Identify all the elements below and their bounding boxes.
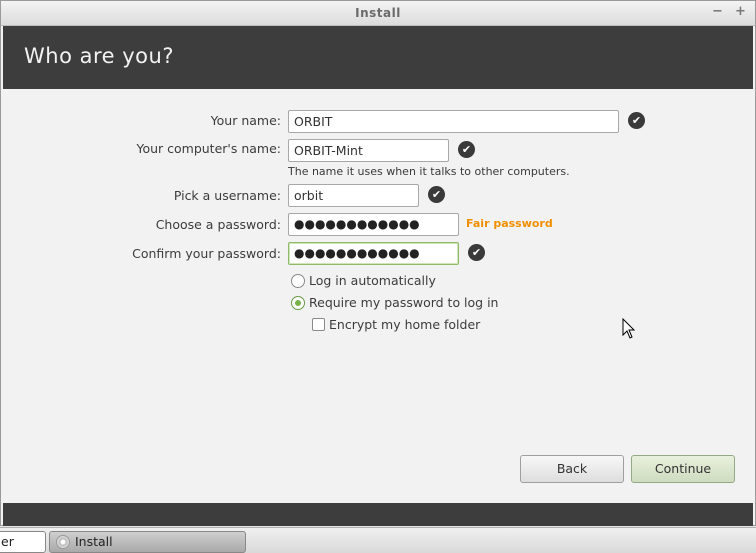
window-title: Install [355,6,401,20]
encrypt-home-label[interactable]: Encrypt my home folder [329,317,480,332]
username-valid-check-icon: ✔ [428,186,445,203]
installer-window: Install − + Who are you? Your name: ORBI… [0,0,756,526]
require-password-radio[interactable] [291,296,305,310]
page-title: Who are you? [24,44,174,68]
page-header: Who are you? [3,26,753,89]
mouse-cursor-icon [622,318,636,339]
title-bar[interactable]: Install − + [1,1,755,26]
confirm-password-field[interactable]: ●●●●●●●●●●●● [288,242,459,265]
maximize-button[interactable]: + [735,4,746,19]
taskbar-item-install[interactable]: Install [49,531,246,553]
username-label: Pick a username: [173,188,281,203]
name-valid-check-icon: ✔ [628,112,645,129]
footer-bar [3,503,753,526]
back-button[interactable]: Back [520,455,624,483]
name-field[interactable]: ORBIT [288,110,619,133]
taskbar-item-other[interactable]: er [0,531,46,553]
taskbar: er Install [0,527,756,553]
username-field[interactable]: orbit [288,184,419,207]
disc-icon [56,535,70,549]
confirm-valid-check-icon: ✔ [468,244,485,261]
require-password-label[interactable]: Require my password to log in [309,295,498,310]
encrypt-home-checkbox[interactable] [312,318,325,331]
confirm-password-label: Confirm your password: [132,246,281,261]
password-strength-label: Fair password [466,217,553,230]
computer-name-hint: The name it uses when it talks to other … [288,165,570,178]
form-area: Your name: ORBIT ✔ Your computer's name:… [3,89,753,503]
taskbar-item-install-label: Install [75,534,113,549]
computer-name-field[interactable]: ORBIT-Mint [288,139,449,162]
login-automatically-radio[interactable] [291,274,305,288]
computer-name-valid-check-icon: ✔ [458,141,475,158]
password-field[interactable]: ●●●●●●●●●●●● [288,213,459,236]
login-automatically-label[interactable]: Log in automatically [309,273,436,288]
minimize-button[interactable]: − [712,4,723,19]
password-label: Choose a password: [155,217,281,232]
computer-name-label: Your computer's name: [136,141,281,156]
continue-button[interactable]: Continue [631,455,735,483]
name-label: Your name: [210,113,281,128]
